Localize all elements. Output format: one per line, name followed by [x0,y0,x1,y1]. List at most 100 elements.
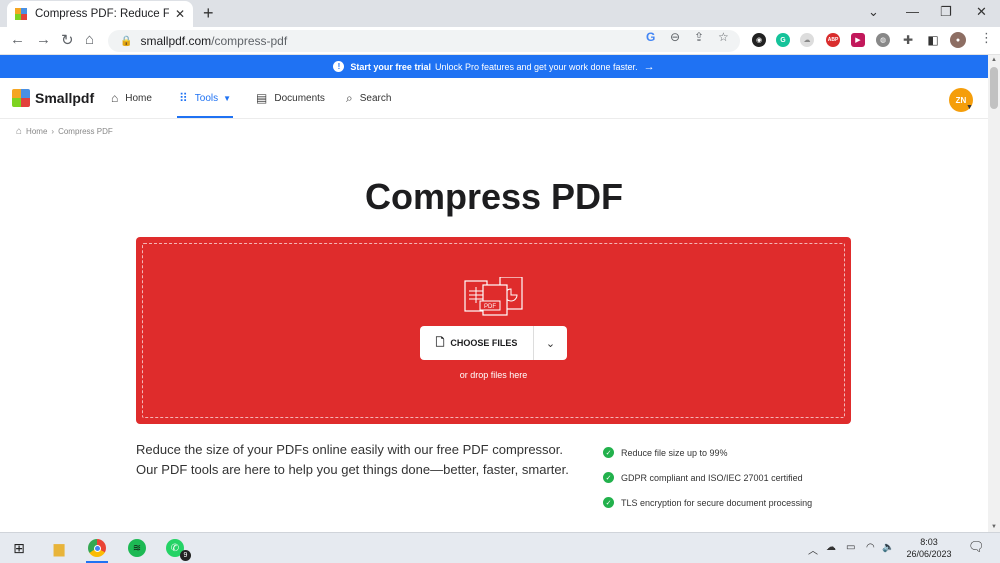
nav-search[interactable]: ⌕ Search [346,91,391,106]
clock-date: 26/06/2023 [906,549,952,559]
grammarly-icon[interactable]: G [776,33,790,47]
nav-documents[interactable]: ▤ Documents [256,91,325,105]
bookmark-star-icon[interactable]: ☆ [718,30,729,44]
chrome-icon[interactable] [88,539,106,557]
spotify-icon[interactable]: ≋ [128,539,146,557]
check-circle-icon: ✓ [603,447,614,458]
feature-text: Reduce file size up to 99% [621,447,728,458]
scroll-down-icon[interactable]: ▼ [988,524,1000,530]
pdf-badge: PDF [484,304,496,310]
clock-time: 8:03 [920,537,938,547]
taskbar-clock[interactable]: 8:03 26/06/2023 [900,536,958,560]
choose-source-dropdown[interactable]: ⌄ [534,326,567,360]
reload-icon[interactable]: ↻ [61,31,74,49]
nav-home-label: Home [125,92,152,104]
feature-list: ✓ Reduce file size up to 99% ✓ GDPR comp… [603,440,812,515]
nav-documents-label: Documents [274,92,325,104]
close-window-icon[interactable]: ✕ [976,4,987,20]
windows-taskbar: ⊞ ▆ ≋ ✆ 9 ︿ ☁ ▭ ◠ 🔈 8:03 26/06/2023 🗨 [0,532,1000,563]
nav-tools-label: Tools [194,92,219,104]
choose-files-main[interactable]: 🗋 CHOOSE FILES [420,326,534,360]
file-plus-icon: 🗋 [435,336,445,349]
browser-toolbar: ← → ↻ ⌂ 🔒 smallpdf.com/compress-pdf G ⊖ … [0,27,1000,55]
home-icon: ⌂ [111,91,119,105]
scroll-up-icon[interactable]: ▲ [988,57,1000,63]
promo-banner[interactable]: ! Start your free trial Unlock Pro featu… [0,55,988,78]
cloud-extension-icon[interactable]: ☁ [800,33,814,47]
choose-files-label: CHOOSE FILES [450,338,518,348]
tab-close-icon[interactable]: ✕ [173,7,187,21]
tab-search-chevron-icon[interactable]: ⌄ [868,4,879,20]
arrow-right-icon: → [643,60,655,73]
url-text: smallpdf.com/compress-pdf [140,34,288,48]
minimize-icon[interactable]: — [906,4,919,19]
adblock-icon[interactable]: ABP [826,33,840,47]
whatsapp-badge: 9 [180,550,191,561]
browser-tabstrip: Compress PDF: Reduce File Size O ✕ + ⌄ —… [0,0,1000,27]
file-explorer-icon[interactable]: ▆ [50,539,68,557]
google-lens-icon[interactable]: G [646,30,655,44]
site-header: Smallpdf ⌂ Home ⠿ Tools ▼ ▤ Documents ⌕ … [0,78,988,119]
profile-avatar-icon[interactable]: ● [950,32,966,48]
browser-tab[interactable]: Compress PDF: Reduce File Size O ✕ [7,1,193,27]
battery-icon[interactable]: ▭ [846,542,855,553]
nav-tools[interactable]: ⠿ Tools ▼ [179,91,231,105]
choose-files-button[interactable]: 🗋 CHOOSE FILES ⌄ [420,326,567,360]
menu-kebab-icon[interactable]: ⋮ [980,30,993,46]
onedrive-icon[interactable]: ☁ [826,542,836,553]
page-description: Reduce the size of your PDFs online easi… [136,442,569,477]
documents-illustration-icon: PDF [464,277,523,316]
side-panel-icon[interactable]: ◧ [926,33,940,47]
globe-extension-icon[interactable]: ◍ [876,33,890,47]
check-circle-icon: ✓ [603,472,614,483]
extensions-puzzle-icon[interactable]: ✚ [901,33,915,47]
new-tab-button[interactable]: + [203,3,214,24]
breadcrumb-current: Compress PDF [58,127,113,136]
chevron-down-icon: ⌄ [545,337,556,350]
info-icon: ! [333,61,345,72]
active-nav-indicator [177,116,233,118]
drop-hint: or drop files here [459,370,528,380]
feature-text: TLS encryption for secure document proce… [621,497,813,508]
smallpdf-logo-icon [12,89,30,107]
page-scrollbar[interactable]: ▲ ▼ [988,55,1000,532]
page-title: Compress PDF [364,176,624,217]
banner-text: Unlock Pro features and get your work do… [434,61,638,72]
grid-icon: ⠿ [179,91,188,105]
windows-start-icon[interactable]: ⊞ [10,539,28,557]
smallpdf-logo[interactable]: Smallpdf [12,89,94,107]
back-icon[interactable]: ← [10,31,25,48]
documents-icon: ▤ [256,91,268,105]
zoom-icon[interactable]: ⊖ [670,30,680,44]
tray-chevron-icon[interactable]: ︿ [808,542,818,557]
scrollbar-thumb[interactable] [990,67,998,109]
restore-icon[interactable]: ❐ [940,4,952,20]
caret-down-icon: ▼ [223,93,232,103]
feature-item: ✓ Reduce file size up to 99% [603,440,812,465]
avatar-caret-icon[interactable]: ▼ [966,104,973,111]
feature-item: ✓ TLS encryption for secure document pro… [603,490,812,515]
feature-item: ✓ GDPR compliant and ISO/IEC 27001 certi… [603,465,812,490]
breadcrumb: ⌂ Home › Compress PDF [16,126,113,137]
media-extension-icon[interactable]: ▶ [851,33,865,47]
search-icon: ⌕ [346,91,353,105]
nav-home[interactable]: ⌂ Home [111,91,152,105]
share-icon[interactable]: ⇪ [694,30,704,44]
forward-icon[interactable]: → [36,31,51,48]
wifi-icon[interactable]: ◠ [866,542,875,553]
panda-extension-icon[interactable]: ◉ [752,33,766,47]
logo-text: Smallpdf [35,90,95,106]
tab-title: Compress PDF: Reduce File Size O [35,8,169,20]
home-icon[interactable]: ⌂ [85,31,94,48]
smallpdf-favicon-icon [15,8,27,20]
breadcrumb-home[interactable]: Home [26,127,47,136]
lock-icon: 🔒 [120,35,133,47]
banner-bold-text: Start your free trial [350,61,431,72]
breadcrumb-separator: › [51,127,55,136]
check-circle-icon: ✓ [603,497,614,508]
breadcrumb-home-icon[interactable]: ⌂ [16,126,22,137]
nav-search-label: Search [359,93,392,104]
volume-icon[interactable]: 🔈 [882,542,894,553]
notifications-icon[interactable]: 🗨 [968,539,985,555]
feature-text: GDPR compliant and ISO/IEC 27001 certifi… [621,472,803,483]
